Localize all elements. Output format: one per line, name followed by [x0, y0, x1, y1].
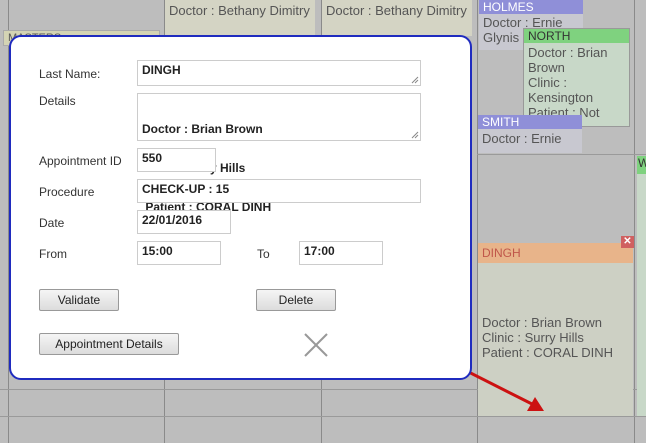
last-name-field[interactable]: DINGH [137, 60, 421, 86]
close-icon[interactable] [302, 331, 330, 359]
delete-button[interactable]: Delete [256, 289, 336, 311]
resize-grip-icon[interactable] [411, 131, 419, 139]
to-label: To [257, 247, 270, 261]
appointment-dialog: Last Name: DINGH Details Doctor : Brian … [9, 35, 472, 380]
validate-button[interactable]: Validate [39, 289, 119, 311]
procedure-field[interactable]: CHECK-UP : 15 [137, 179, 421, 203]
appointment-details-button[interactable]: Appointment Details [39, 333, 179, 355]
last-name-value: DINGH [142, 63, 181, 77]
date-label: Date [39, 216, 65, 230]
to-time-field[interactable]: 17:00 [299, 241, 383, 265]
appointment-id-label: Appointment ID [39, 154, 122, 168]
details-label: Details [39, 94, 76, 108]
from-time-field[interactable]: 15:00 [137, 241, 221, 265]
appointment-id-field[interactable]: 550 [137, 148, 216, 172]
procedure-label: Procedure [39, 185, 95, 199]
from-label: From [39, 247, 67, 261]
last-name-label: Last Name: [39, 67, 101, 81]
details-line: Doctor : Brian Brown [142, 122, 263, 136]
details-field[interactable]: Doctor : Brian Brown Clinic : Surry Hill… [137, 93, 421, 214]
resize-grip-icon[interactable] [411, 76, 419, 84]
date-field[interactable]: 22/01/2016 [137, 210, 231, 234]
